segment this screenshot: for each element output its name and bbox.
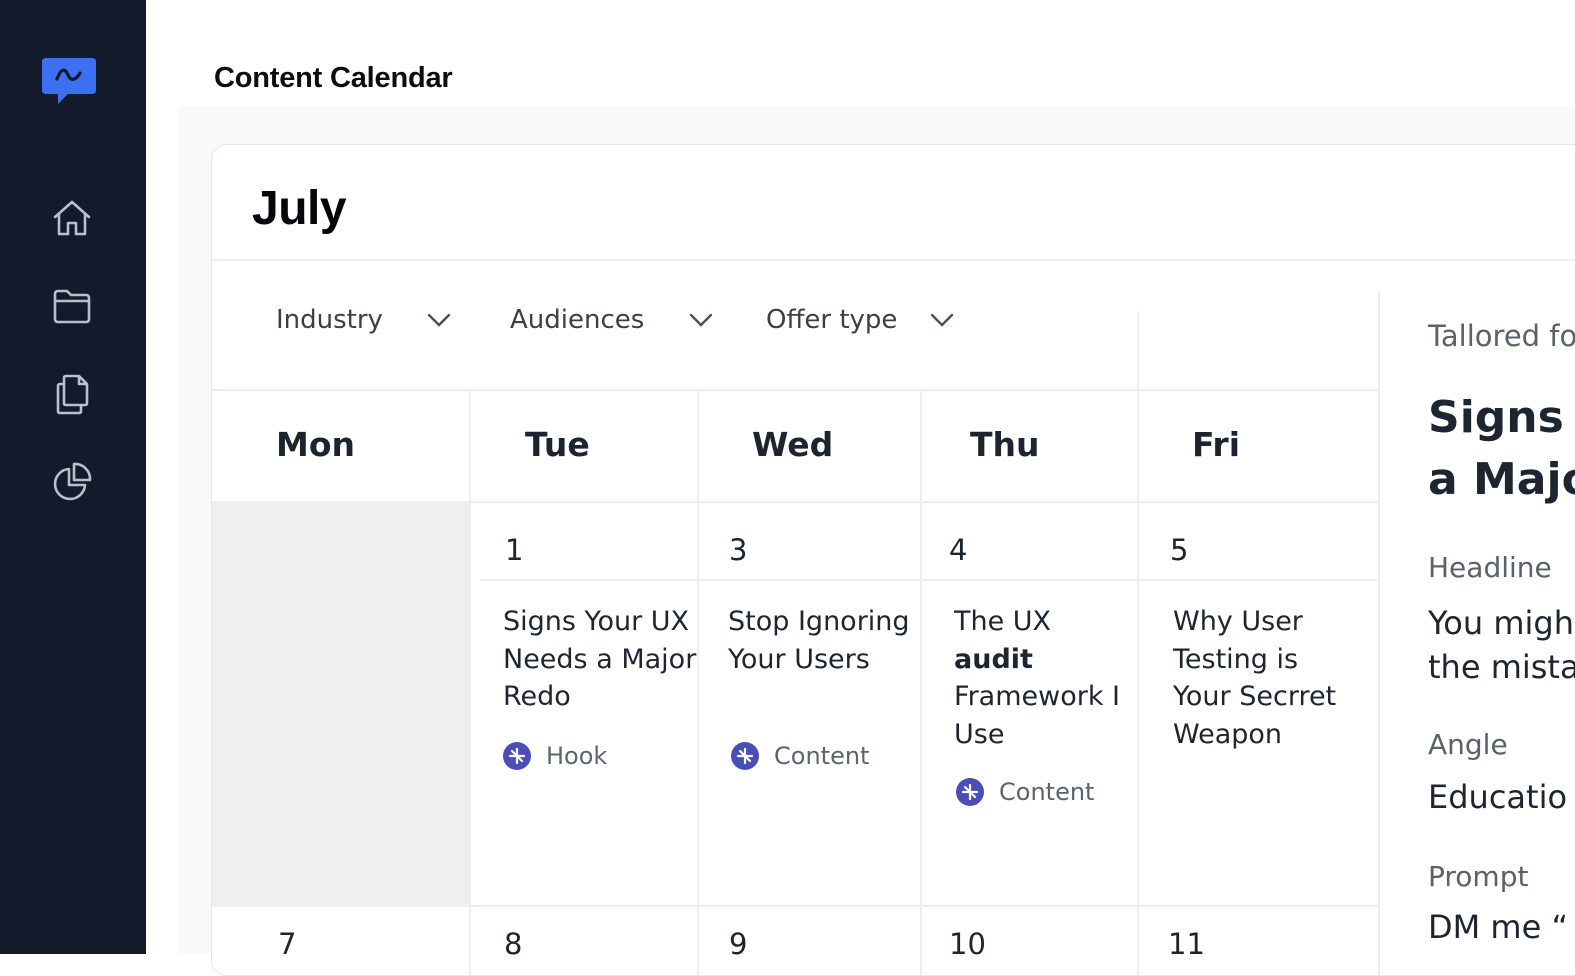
documents-icon [56, 374, 89, 415]
tag-label: Content [999, 778, 1095, 806]
sidebar [0, 0, 146, 954]
folder-icon [53, 289, 91, 324]
filter-label: Offer type [766, 305, 898, 335]
date-number: 5 [1170, 533, 1189, 567]
prompt-label: Prompt [1428, 860, 1529, 893]
day-header-tue: Tue [525, 425, 590, 464]
home-icon [53, 200, 91, 236]
content-type-icon [731, 742, 759, 770]
calendar-card: July Industry Audiences Offer type Mon T… [211, 144, 1575, 976]
detail-title-line: a Majo [1428, 454, 1575, 505]
post-tag: Content [730, 741, 869, 771]
post-title-emphasis: audit [954, 643, 1033, 675]
date-number: 7 [278, 927, 297, 961]
angle-label: Angle [1428, 728, 1508, 761]
post-title[interactable]: Signs Your UX Needs a Major Redo [503, 603, 703, 716]
nav-analytics[interactable] [48, 458, 96, 506]
empty-day-cell [212, 503, 469, 907]
date-number: 9 [729, 927, 748, 961]
page-title: Content Calendar [214, 62, 453, 94]
filter-industry[interactable]: Industry [276, 305, 451, 335]
filter-offer-type[interactable]: Offer type [766, 305, 954, 335]
month-title: July [252, 182, 347, 235]
day-header-thu: Thu [970, 425, 1040, 464]
nav-folder[interactable] [48, 282, 96, 330]
content-type-icon [956, 778, 984, 806]
chevron-down-icon [427, 313, 451, 327]
detail-subtitle: Tallored fo [1428, 319, 1575, 353]
date-number: 11 [1168, 927, 1205, 961]
date-number: 1 [505, 533, 524, 567]
pie-chart-icon [53, 462, 92, 501]
post-title-part: Framework I Use [954, 681, 1121, 750]
date-number: 4 [949, 533, 968, 567]
header-divider [212, 259, 1575, 261]
chevron-down-icon [689, 313, 713, 327]
headline-value: You migh the mista [1428, 601, 1575, 689]
content-type-icon [503, 742, 531, 770]
angle-value: Educatio [1428, 778, 1568, 816]
tag-label: Hook [546, 742, 608, 770]
prompt-value: DM me “ [1428, 908, 1569, 946]
headline-line: the mista [1428, 648, 1575, 686]
post-title-part: The UX [954, 606, 1052, 637]
headline-label: Headline [1428, 551, 1552, 584]
grid-divider [920, 389, 922, 975]
tag-label: Content [774, 742, 870, 770]
nav-documents[interactable] [48, 370, 96, 418]
nav-home[interactable] [48, 194, 96, 242]
day-header-mon: Mon [276, 425, 356, 464]
post-tag: Hook [502, 741, 607, 771]
date-number: 8 [504, 927, 523, 961]
post-title[interactable]: Stop Ignoring Your Users [728, 603, 928, 678]
day-header-fri: Fri [1192, 425, 1241, 464]
filter-audiences[interactable]: Audiences [510, 305, 713, 335]
detail-title-line: Signs Y [1428, 392, 1575, 443]
grid-divider [469, 389, 471, 975]
day-header-wed: Wed [752, 425, 834, 464]
detail-title: Signs Y a Majo [1428, 387, 1575, 511]
detail-panel: Tallored fo Signs Y a Majo Headline You … [1378, 291, 1575, 975]
post-title[interactable]: The UX audit Framework I Use [954, 603, 1154, 753]
post-title[interactable]: Why User Testing is Your Secrret Weapon [1173, 603, 1358, 753]
date-number: 10 [949, 927, 986, 961]
date-number: 3 [729, 533, 748, 567]
grid-divider [212, 389, 1378, 391]
post-tag: Content [955, 777, 1094, 807]
filter-label: Audiences [510, 305, 645, 335]
filter-label: Industry [276, 305, 383, 335]
chat-bubble-logo[interactable] [40, 54, 98, 110]
headline-line: You migh [1428, 604, 1574, 642]
grid-divider [480, 579, 1378, 581]
chevron-down-icon [930, 313, 954, 327]
